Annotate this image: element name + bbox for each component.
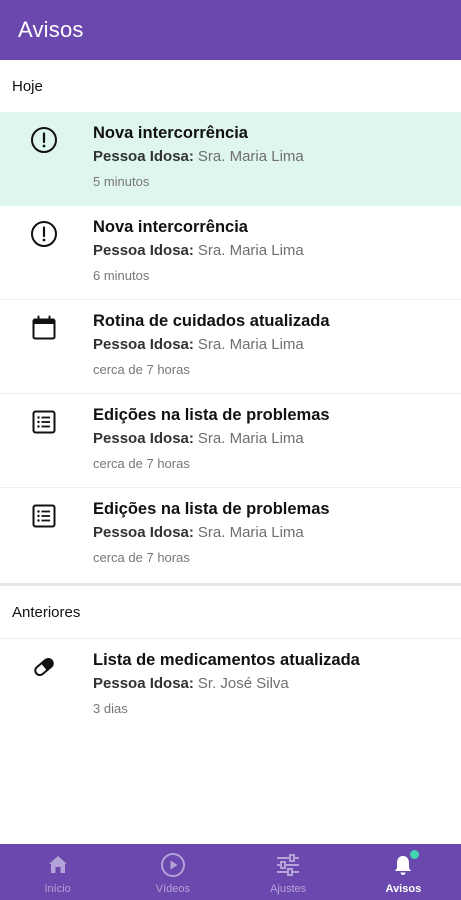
subject-label: Pessoa Idosa: [93, 675, 194, 692]
notification-time: 6 minutos [93, 268, 150, 283]
subject-name: Sra. Maria Lima [197, 430, 304, 447]
alert-circle-icon [28, 218, 60, 250]
list-icon [28, 406, 60, 438]
notification-item[interactable]: Lista de medicamentos atualizada Pessoa … [0, 638, 461, 732]
nav-label: Vídeos [155, 883, 190, 895]
subject-name: Sra. Maria Lima [197, 148, 304, 165]
page-title: Avisos [18, 17, 84, 42]
subject-label: Pessoa Idosa: [93, 242, 194, 259]
notification-item[interactable]: Nova intercorrência Pessoa Idosa: Sra. Ma… [0, 206, 461, 300]
nav-item-videos[interactable]: Vídeos [115, 844, 230, 900]
notification-time: 5 minutos [93, 174, 150, 189]
bottom-navigation: Início Vídeos Ajustes Avisos [0, 844, 461, 900]
subject-name: Sra. Maria Lima [197, 242, 304, 259]
notification-item[interactable]: Edições na lista de problemas Pessoa Ido… [0, 394, 461, 488]
section-header-earlier: Anteriores [12, 603, 81, 621]
subject-name: Sr. José Silva [197, 675, 289, 692]
nav-label: Avisos [385, 883, 422, 895]
notification-subject: Pessoa Idosa: Sra. Maria Lima [93, 147, 451, 167]
notification-title: Edições na lista de problemas [93, 500, 330, 518]
notification-time: cerca de 7 horas [93, 362, 190, 377]
notification-subject: Pessoa Idosa: Sra. Maria Lima [93, 241, 451, 261]
nav-item-avisos[interactable]: Avisos [346, 844, 461, 900]
notification-time: cerca de 7 horas [93, 550, 190, 565]
subject-label: Pessoa Idosa: [93, 430, 194, 447]
nav-item-inicio[interactable]: Início [0, 844, 115, 900]
home-icon [45, 852, 71, 878]
notification-title: Lista de medicamentos atualizada [93, 651, 360, 669]
notification-item[interactable]: Rotina de cuidados atualizada Pessoa Ido… [0, 300, 461, 394]
notification-subject: Pessoa Idosa: Sra. Maria Lima [93, 523, 451, 543]
notification-title: Rotina de cuidados atualizada [93, 312, 330, 330]
subject-label: Pessoa Idosa: [93, 524, 194, 541]
subject-name: Sra. Maria Lima [197, 336, 304, 353]
notification-badge [410, 850, 420, 859]
play-circle-icon [160, 852, 186, 878]
app-bar: Avisos [0, 0, 461, 60]
bell-icon [390, 850, 420, 878]
notification-item[interactable]: Edições na lista de problemas Pessoa Ido… [0, 488, 461, 582]
subject-label: Pessoa Idosa: [93, 336, 194, 353]
notification-item[interactable]: Nova intercorrência Pessoa Idosa: Sra. Ma… [0, 112, 461, 206]
notification-title: Nova intercorrência [93, 218, 248, 236]
calendar-icon [28, 312, 60, 344]
list-icon [28, 500, 60, 532]
sliders-icon [275, 852, 301, 878]
subject-label: Pessoa Idosa: [93, 148, 194, 165]
notification-subject: Pessoa Idosa: Sr. José Silva [93, 674, 451, 694]
section-header-today: Hoje [12, 77, 43, 95]
notification-time: 3 dias [93, 701, 128, 716]
nav-label: Início [44, 883, 71, 895]
notification-title: Nova intercorrência [93, 124, 248, 142]
alert-circle-icon [28, 124, 60, 156]
notification-subject: Pessoa Idosa: Sra. Maria Lima [93, 429, 451, 449]
nav-label: Ajustes [270, 883, 307, 895]
notification-time: cerca de 7 horas [93, 456, 190, 471]
nav-item-ajustes[interactable]: Ajustes [231, 844, 346, 900]
pill-icon [28, 651, 60, 683]
notifications-list: Hoje Nova intercorrência Pessoa Idosa: Sr… [0, 60, 461, 844]
notification-title: Edições na lista de problemas [93, 406, 330, 424]
subject-name: Sra. Maria Lima [197, 524, 304, 541]
notification-subject: Pessoa Idosa: Sra. Maria Lima [93, 335, 451, 355]
